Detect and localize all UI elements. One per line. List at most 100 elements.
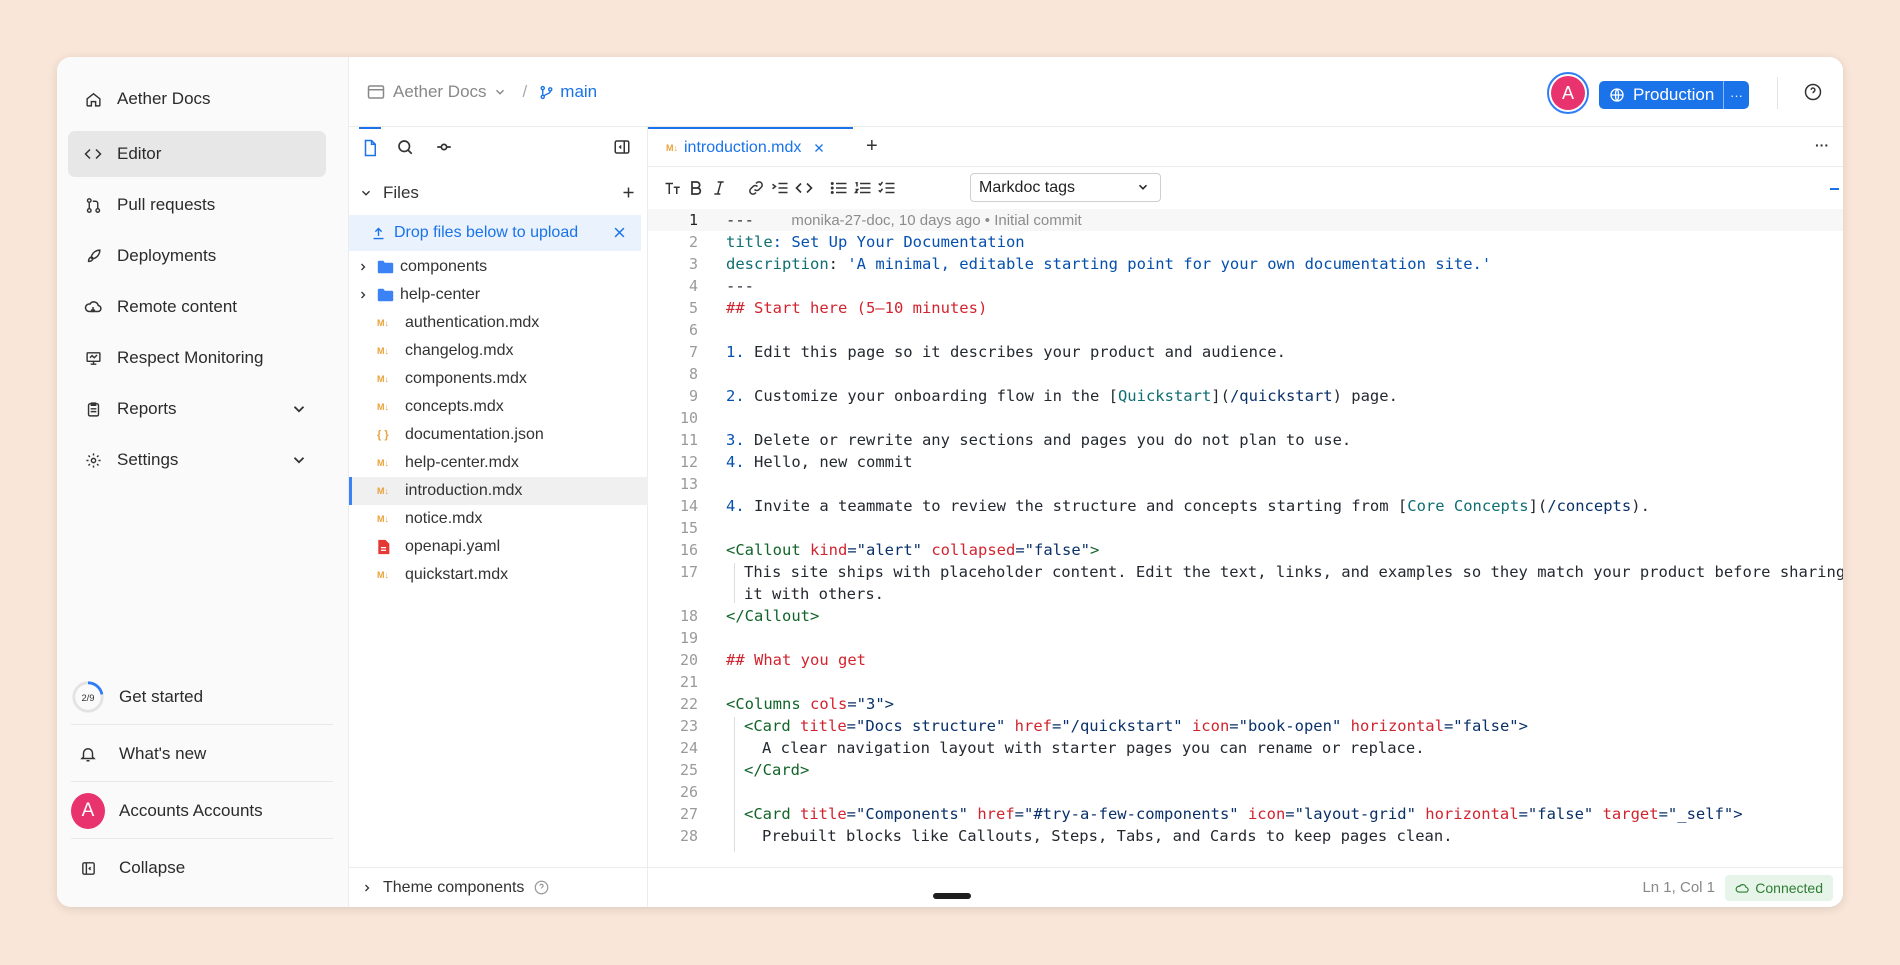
file-label: concepts.mdx [405,398,504,415]
commit-icon[interactable] [435,138,453,156]
file-label: documentation.json [405,426,544,443]
sidebar-item-label: Aether Docs [117,89,211,108]
file-item-selected[interactable]: M↓ introduction.mdx [349,477,648,505]
line-number: 20 [679,651,698,669]
close-icon[interactable] [612,225,627,240]
get-started-item[interactable]: 2/9 Get started [71,671,333,723]
close-icon[interactable] [813,142,825,154]
code-line: 4. Hello, new commit [726,453,913,471]
help-icon[interactable] [1804,83,1822,101]
numbered-list-icon[interactable] [852,177,874,199]
add-file-icon[interactable] [621,185,636,200]
files-tab[interactable] [359,127,381,167]
tab-introduction[interactable]: M↓ introduction.mdx [648,127,853,167]
gear-icon [83,450,103,470]
chevron-down-icon[interactable] [290,400,308,418]
code-line: title: Set Up Your Documentation [726,233,1025,251]
line-number: 16 [679,541,698,559]
production-button[interactable]: Production ··· [1599,81,1749,109]
file-item[interactable]: M↓ quickstart.mdx [349,561,648,589]
text-size-icon[interactable] [662,177,684,199]
chevron-down-icon[interactable] [290,451,308,469]
code-line: it with others. [744,585,884,603]
account-item[interactable]: A Accounts Accounts [71,785,333,837]
collapse-item[interactable]: Collapse [71,842,333,894]
file-label: changelog.mdx [405,342,514,359]
file-panel-tabs [349,127,648,167]
line-number: 28 [679,827,698,845]
theme-components-section[interactable]: Theme components [349,867,648,907]
cursor-position[interactable]: Ln 1, Col 1 [1642,879,1715,896]
indent-guide [734,717,735,852]
chevron-right-icon [357,289,369,301]
sidebar-item-editor[interactable]: Editor [68,131,326,177]
sidebar-item-remote-content[interactable]: Remote content [68,284,326,330]
markdown-file-icon: M↓ [666,143,678,153]
files-section-header[interactable]: Files [349,177,648,209]
formatting-toolbar: Markdoc tags [648,167,1843,209]
file-item[interactable]: M↓ help-center.mdx [349,449,648,477]
italic-icon[interactable] [708,177,730,199]
file-item[interactable]: M↓ notice.mdx [349,505,648,533]
bold-icon[interactable] [685,177,707,199]
home-icon [83,89,103,109]
markdown-file-icon: M↓ [377,402,389,412]
file-item[interactable]: openapi.yaml [349,533,648,561]
search-icon[interactable] [396,138,414,156]
markdoc-tags-dropdown[interactable]: Markdoc tags [970,173,1161,202]
branch-selector[interactable]: main [560,82,597,102]
help-icon[interactable] [534,880,549,895]
production-more-button[interactable]: ··· [1723,81,1749,109]
collapse-panel-icon[interactable] [613,138,631,156]
whats-new-item[interactable]: What's new [71,728,333,780]
indent-icon[interactable] [769,177,791,199]
sidebar-item-pull-requests[interactable]: Pull requests [68,182,326,228]
line-number: 15 [679,519,698,537]
sidebar-item-label: Deployments [117,246,217,265]
upload-icon [371,226,386,241]
checklist-icon[interactable] [876,177,898,199]
code-editor[interactable]: 1 2 3 4 5 6 7 8 9 10 11 12 13 14 15 16 17 18 19 20 21 22 23 24 2… [648,209,1843,852]
status-bar: Ln 1, Col 1 Connected [648,867,1843,907]
sidebar-item-home[interactable]: Aether Docs [68,76,326,122]
line-number: 3 [688,255,698,273]
user-avatar[interactable]: A [1547,72,1589,114]
avatar: A [1551,76,1585,110]
sidebar-item-deployments[interactable]: Deployments [68,233,326,279]
code-icon[interactable] [793,177,815,199]
file-item[interactable]: { } documentation.json [349,421,648,449]
line-number: 26 [679,783,698,801]
file-item[interactable]: M↓ changelog.mdx [349,337,648,365]
monitor-icon [83,348,103,368]
project-selector[interactable]: Aether Docs [393,82,487,102]
sidebar-item-label: Respect Monitoring [117,348,264,367]
sidebar-item-respect-monitoring[interactable]: Respect Monitoring [68,335,326,381]
code-line: <Card title="Components" href="#try-a-fe… [744,805,1743,823]
collapse-label: Collapse [119,858,186,877]
file-item[interactable]: M↓ components.mdx [349,365,648,393]
production-label: Production [1633,85,1715,104]
account-name: Accounts Accounts [119,801,263,820]
folder-components[interactable]: components [349,253,648,281]
sidebar-item-reports[interactable]: Reports [68,386,326,432]
chevron-down-icon[interactable] [493,85,507,99]
more-options-button[interactable]: ··· [1815,137,1829,153]
line-number: 21 [679,673,698,691]
file-label: help-center.mdx [405,454,519,471]
resize-handle[interactable] [933,893,971,899]
sidebar-item-label: Settings [117,450,179,469]
line-number: 10 [679,409,698,427]
bullet-list-icon[interactable] [828,177,850,199]
add-tab-button[interactable]: + [866,135,878,158]
file-label: introduction.mdx [405,482,523,499]
sidebar-item-settings[interactable]: Settings [68,437,326,483]
breadcrumb: Aether Docs / main [367,82,597,102]
file-item[interactable]: M↓ concepts.mdx [349,393,648,421]
folder-help-center[interactable]: help-center [349,281,648,309]
file-item[interactable]: M↓ authentication.mdx [349,309,648,337]
link-icon[interactable] [745,177,767,199]
sidebar-item-label: Reports [117,399,177,418]
code-line: This site ships with placeholder content… [744,563,1843,581]
divider [1777,77,1778,109]
code-line: <Callout kind="alert" collapsed="false"> [726,541,1100,559]
